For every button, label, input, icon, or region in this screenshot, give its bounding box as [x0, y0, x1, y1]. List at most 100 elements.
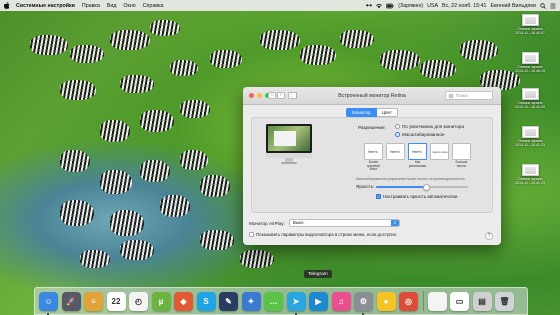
- brightness-slider[interactable]: [376, 183, 468, 191]
- notes-icon[interactable]: ≡: [84, 291, 103, 311]
- zebra-decoration: [160, 195, 190, 217]
- calendar-icon[interactable]: 22: [106, 291, 126, 311]
- airplay-select[interactable]: Выкл. ⇕: [288, 219, 400, 227]
- scale-options: Here's Более крупный текст Here's Here's…: [364, 143, 471, 172]
- zebra-decoration: [60, 150, 90, 172]
- zebra-decoration: [210, 50, 242, 68]
- settings-icon[interactable]: ⚙: [354, 291, 373, 315]
- battery-icon[interactable]: [386, 3, 394, 9]
- scale-option-4[interactable]: Here's more: [430, 143, 449, 172]
- scale-option-default[interactable]: Here's Как умолчанию: [408, 143, 427, 172]
- radio-label: По умолчанию для монитора: [402, 124, 464, 129]
- zebra-decoration: [200, 175, 230, 197]
- desktop-file[interactable]: Снимок экрана 2015-11...16.46.19: [508, 52, 552, 73]
- document-icon[interactable]: [427, 291, 447, 311]
- scale-option-larger-text[interactable]: Here's Более крупный текст: [364, 143, 383, 172]
- clock-icon[interactable]: ◴: [129, 291, 148, 311]
- resolution-label: Разрешение:: [358, 125, 386, 130]
- tab-color[interactable]: Цвет: [376, 108, 398, 117]
- menu-help[interactable]: Справка: [143, 3, 164, 9]
- radio-scaled-resolution[interactable]: Масштабированное: [395, 132, 444, 137]
- input-language[interactable]: USA: [427, 3, 438, 9]
- brightness-knob[interactable]: [423, 183, 431, 191]
- notification-center-icon[interactable]: [550, 3, 556, 9]
- desktop-file[interactable]: Снимок экрана 2015-11...16.40.09: [508, 88, 552, 109]
- running-indicator: [294, 312, 297, 315]
- tab-bar: Монитор Цвет: [243, 108, 501, 117]
- imac-preview-icon: [266, 124, 312, 164]
- menu-view[interactable]: Вид: [107, 3, 117, 9]
- spotlight-icon[interactable]: [540, 2, 546, 9]
- zebra-decoration: [260, 30, 300, 50]
- menu-edit[interactable]: Правка: [82, 3, 100, 9]
- zebra-decoration: [70, 45, 104, 63]
- skype-icon[interactable]: S: [196, 291, 216, 311]
- desktop-file[interactable]: Снимок экрана 2015-11...15.41.33: [508, 164, 552, 185]
- zebra-decoration: [460, 40, 498, 60]
- scale-option-label: Больше места: [455, 160, 468, 168]
- finder-icon[interactable]: ☺: [39, 291, 58, 315]
- utorrent-icon[interactable]: µ: [151, 291, 171, 311]
- zebra-decoration: [180, 100, 210, 118]
- title-bar[interactable]: ‹ › ⋮⋮ Встроенный монитор Retina Поиск: [243, 87, 501, 105]
- auto-brightness-checkbox[interactable]: ✓ Настраивать яркость автоматически: [376, 194, 457, 199]
- search-input[interactable]: Поиск: [445, 91, 493, 100]
- dock-separator: [422, 291, 424, 311]
- desktop-file[interactable]: Снимок экрана 2015-11...15.41.33: [508, 126, 552, 147]
- radio-default-resolution[interactable]: По умолчанию для монитора: [395, 124, 464, 129]
- menu-clock[interactable]: Вс, 22 нояб. 15:41: [442, 3, 486, 9]
- help-button[interactable]: ?: [485, 232, 493, 240]
- wifi-icon[interactable]: [376, 3, 383, 9]
- screenshots-icon[interactable]: ▭: [450, 291, 469, 311]
- apple-icon[interactable]: [4, 2, 10, 9]
- itunes-icon[interactable]: ♫: [331, 291, 351, 311]
- menu-app-name[interactable]: Системные настройки: [16, 3, 75, 9]
- zebra-decoration: [100, 170, 132, 194]
- player-icon[interactable]: ▶: [309, 291, 328, 311]
- search-icon: [449, 93, 453, 98]
- messages-icon[interactable]: …: [264, 291, 283, 311]
- stack-icon[interactable]: ▤: [472, 291, 492, 311]
- zebra-decoration: [110, 210, 144, 236]
- trash-icon[interactable]: 🗑: [495, 291, 514, 311]
- scale-performance-note: Масштабированное разрешение может влиять…: [356, 177, 466, 181]
- zebra-decoration: [380, 50, 420, 70]
- scale-preview-text: Here's: [390, 150, 400, 154]
- compass-icon[interactable]: ✦: [241, 291, 261, 311]
- duck-icon[interactable]: ●: [376, 291, 396, 311]
- checkbox-label: Показывать параметры видеоповтора в стро…: [256, 232, 397, 237]
- tab-monitor[interactable]: Монитор: [346, 108, 377, 117]
- scale-preview-text: Here's: [412, 150, 422, 154]
- menu-user[interactable]: Евгений Вильдяев: [491, 3, 536, 9]
- game-icon[interactable]: ◆: [174, 291, 193, 311]
- zebra-decoration: [140, 110, 174, 132]
- zebra-decoration: [60, 80, 96, 100]
- file-label: Снимок экрана 2015-11...15.41.33: [515, 139, 545, 147]
- mirror-menu-checkbox[interactable]: Показывать параметры видеоповтора в стро…: [249, 232, 396, 237]
- file-thumbnail: [521, 52, 539, 64]
- brightness-fill: [376, 186, 427, 188]
- dock: ☺ 🚀 ≡ 22 ◴ µ ◆ S ✎ ✦… ➤ ▶ ♫ ⚙ ● ◎ ▭ ▤ 🗑: [34, 287, 528, 315]
- desktop-file[interactable]: Снимок экрана 2015-11...16.40.57: [508, 14, 552, 35]
- airplay-label: Монитор AirPlay:: [249, 220, 285, 226]
- checkbox-indicator: ✓: [376, 194, 381, 199]
- dropbox-icon[interactable]: [366, 3, 373, 9]
- telegram-icon[interactable]: ➤: [286, 291, 306, 315]
- menu-window[interactable]: Окно: [123, 3, 135, 9]
- menu-bar: Системные настройки Правка Вид Окно Спра…: [0, 0, 560, 11]
- quill-icon[interactable]: ✎: [219, 291, 238, 311]
- file-thumbnail: [521, 126, 539, 138]
- scale-option-more-space[interactable]: Больше места: [452, 143, 471, 172]
- zebra-decoration: [60, 200, 94, 226]
- file-thumbnail: [521, 164, 539, 176]
- scale-option-label: Более крупный текст: [367, 160, 380, 172]
- scale-option-2[interactable]: Here's: [386, 143, 405, 172]
- display-preferences-window: ‹ › ⋮⋮ Встроенный монитор Retina Поиск М…: [243, 87, 501, 245]
- chrome-icon[interactable]: ◎: [399, 291, 418, 311]
- launchpad-icon[interactable]: 🚀: [61, 291, 81, 311]
- zebra-decoration: [420, 60, 456, 78]
- zebra-decoration: [80, 250, 110, 268]
- zebra-decoration: [180, 150, 208, 170]
- file-label: Снимок экрана 2015-11...16.46.19: [515, 65, 545, 73]
- radio-label: Масштабированное: [402, 132, 445, 137]
